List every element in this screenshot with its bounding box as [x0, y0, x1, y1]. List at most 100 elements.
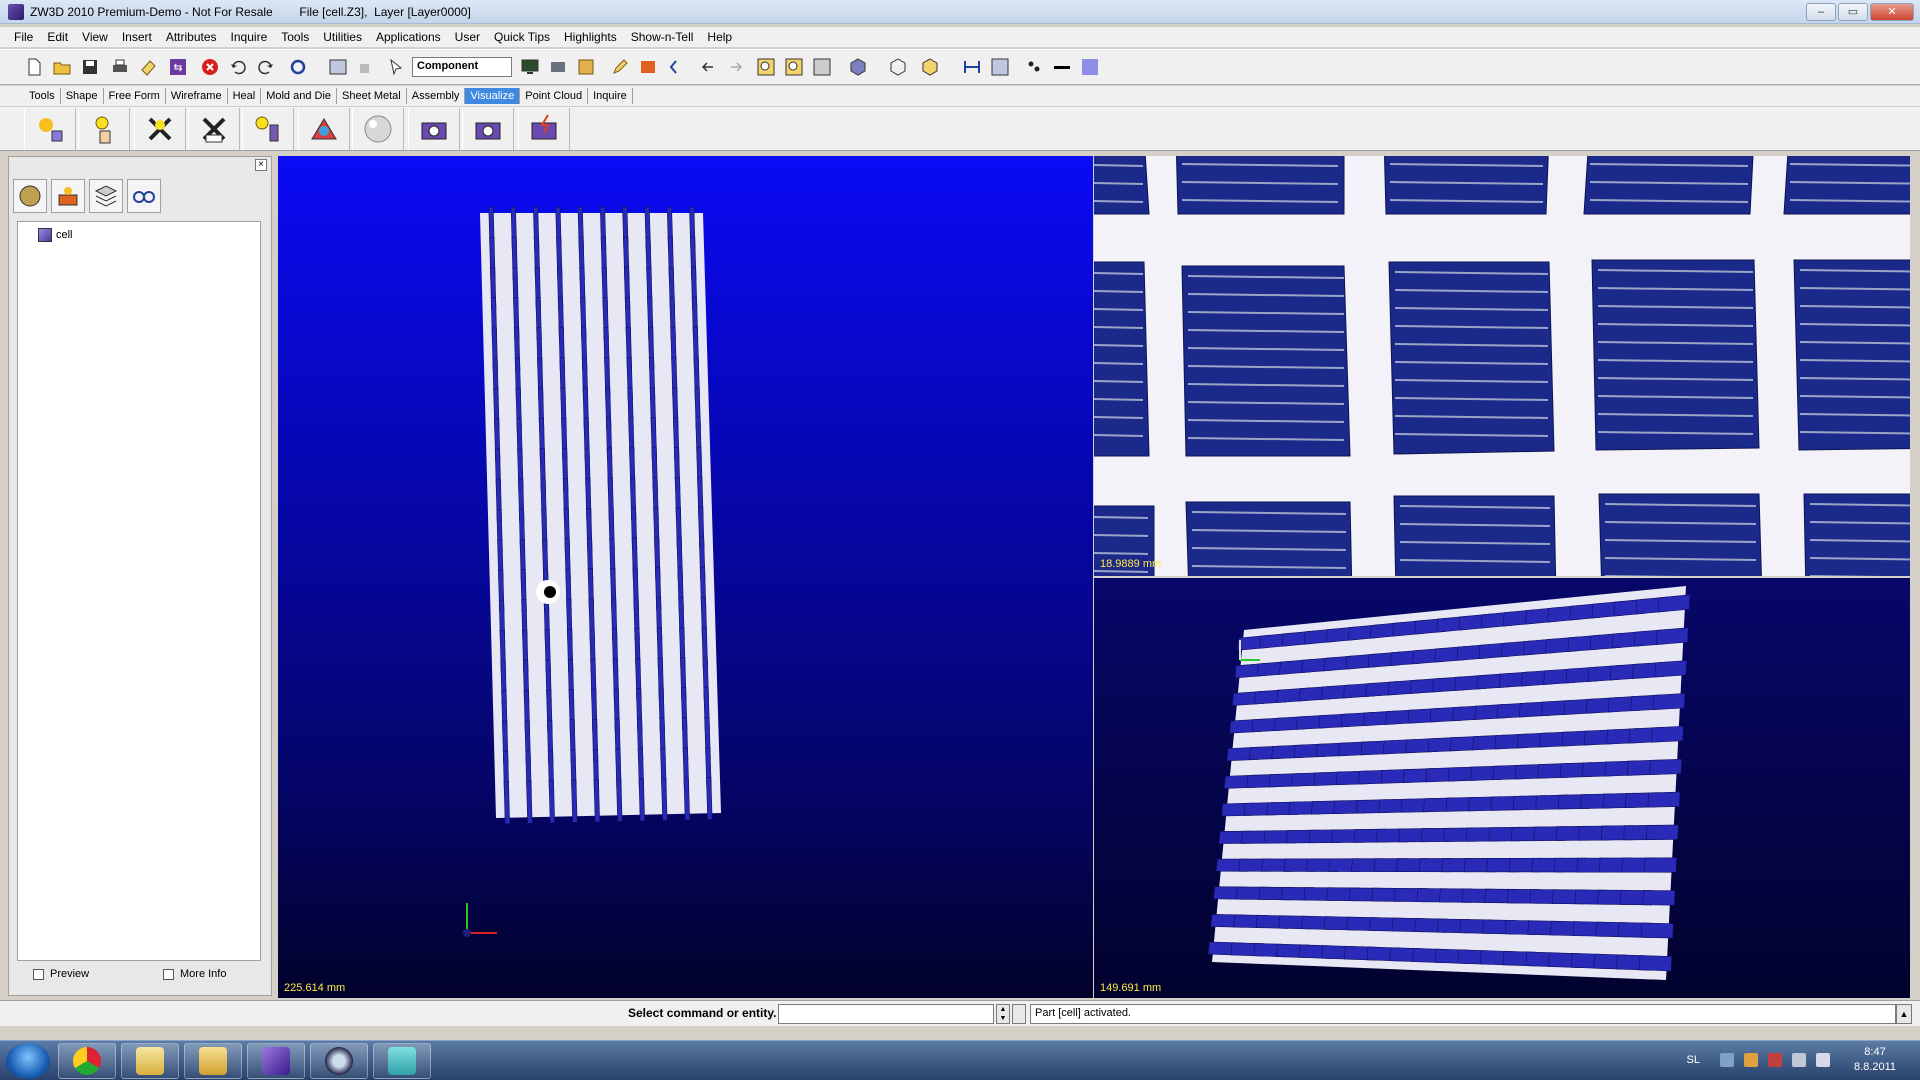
component-filter-field[interactable]: Component: [412, 57, 512, 77]
menu-quick-tips[interactable]: Quick Tips: [488, 30, 558, 44]
taskbar-folder-button[interactable]: [184, 1043, 242, 1079]
eraser-icon[interactable]: [136, 55, 160, 79]
monitor-icon[interactable]: [518, 55, 542, 79]
render-flash-icon[interactable]: [518, 108, 570, 150]
tab-sheet-metal[interactable]: Sheet Metal: [337, 88, 407, 104]
tab-shape[interactable]: Shape: [61, 88, 104, 104]
printer-setup-icon[interactable]: [546, 55, 570, 79]
zoomed-viewport[interactable]: 18.9889 mm: [1094, 156, 1910, 576]
history-manager-icon[interactable]: [13, 179, 47, 213]
taskbar-paint-button[interactable]: [373, 1043, 431, 1079]
cursor-icon[interactable]: [384, 55, 408, 79]
tab-assembly[interactable]: Assembly: [407, 88, 466, 104]
perspective-viewport[interactable]: 149.691 mm: [1094, 578, 1910, 998]
menu-inquire[interactable]: Inquire: [225, 30, 276, 44]
save-icon[interactable]: [78, 55, 102, 79]
tree-node-cell[interactable]: cell: [38, 228, 73, 242]
print-icon[interactable]: [108, 55, 132, 79]
render-camera-icon[interactable]: [408, 108, 460, 150]
cancel-icon[interactable]: [198, 55, 222, 79]
assembly-manager-icon[interactable]: [51, 179, 85, 213]
layer-manager-tab-icon[interactable]: [89, 179, 123, 213]
fit-vertical-icon[interactable]: [988, 55, 1012, 79]
line-weight-icon[interactable]: [1050, 55, 1074, 79]
taskbar-explorer-button[interactable]: [121, 1043, 179, 1079]
tray-expand-icon[interactable]: [1720, 1053, 1734, 1067]
command-list-button[interactable]: [1012, 1004, 1026, 1024]
delete-all-lights-icon[interactable]: [188, 108, 240, 150]
taskbar-app-button[interactable]: [310, 1043, 368, 1079]
light-settings-icon[interactable]: [24, 108, 76, 150]
clock[interactable]: 8:47 8.8.2011: [1854, 1045, 1896, 1075]
menu-view[interactable]: View: [76, 30, 116, 44]
pick-icon[interactable]: [354, 55, 378, 79]
render-settings-icon[interactable]: [462, 108, 514, 150]
menu-utilities[interactable]: Utilities: [317, 30, 370, 44]
regenerate-icon[interactable]: [286, 55, 310, 79]
menu-user[interactable]: User: [449, 30, 488, 44]
tray-volume-icon[interactable]: [1816, 1053, 1830, 1067]
exit-icon[interactable]: ⇆: [166, 55, 190, 79]
arrow-left-icon[interactable]: [696, 55, 720, 79]
datum-icon[interactable]: [664, 55, 688, 79]
tray-app-icon[interactable]: [1744, 1053, 1758, 1067]
delete-light-icon[interactable]: [134, 108, 186, 150]
open-folder-icon[interactable]: [50, 55, 74, 79]
taskbar-chrome-button[interactable]: [58, 1043, 116, 1079]
more-info-option[interactable]: More Info: [163, 968, 226, 980]
menu-highlights[interactable]: Highlights: [558, 30, 625, 44]
dots-icon[interactable]: [1022, 55, 1046, 79]
view-manager-icon[interactable]: [127, 179, 161, 213]
preview-checkbox[interactable]: [33, 968, 44, 980]
menu-applications[interactable]: Applications: [370, 30, 449, 44]
tab-wireframe[interactable]: Wireframe: [166, 88, 228, 104]
command-input[interactable]: [778, 1004, 994, 1024]
edit-pencil-icon[interactable]: [608, 55, 632, 79]
preview-option[interactable]: Preview: [33, 968, 89, 980]
close-button[interactable]: ✕: [1870, 3, 1914, 21]
attributes-icon[interactable]: [636, 55, 660, 79]
menu-show-n-tell[interactable]: Show-n-Tell: [625, 30, 702, 44]
panel-close-button[interactable]: ×: [255, 159, 267, 171]
light-switch-icon[interactable]: [242, 108, 294, 150]
tab-free-form[interactable]: Free Form: [104, 88, 166, 104]
tab-visualize[interactable]: Visualize: [465, 88, 521, 104]
tab-point-cloud[interactable]: Point Cloud: [520, 88, 589, 104]
arrow-right-icon[interactable]: [724, 55, 748, 79]
fit-horizontal-icon[interactable]: [960, 55, 984, 79]
zoom-previous-icon[interactable]: [810, 55, 834, 79]
command-spinner[interactable]: ▲ ▼: [996, 1004, 1010, 1024]
tab-inquire[interactable]: Inquire: [588, 88, 633, 104]
material-sphere-icon[interactable]: [352, 108, 404, 150]
zoom-all-icon[interactable]: [754, 55, 778, 79]
minimize-button[interactable]: –: [1806, 3, 1836, 21]
menu-insert[interactable]: Insert: [116, 30, 160, 44]
tab-heal[interactable]: Heal: [228, 88, 262, 104]
texture-map-icon[interactable]: [298, 108, 350, 150]
color-swatch-icon[interactable]: [1078, 55, 1102, 79]
tab-mold-and-die[interactable]: Mold and Die: [261, 88, 338, 104]
tray-network-icon[interactable]: [1768, 1053, 1782, 1067]
layer-manager-icon[interactable]: [574, 55, 598, 79]
menu-tools[interactable]: Tools: [275, 30, 317, 44]
menu-edit[interactable]: Edit: [41, 30, 76, 44]
wireframe-view-icon[interactable]: [886, 55, 910, 79]
menu-attributes[interactable]: Attributes: [160, 30, 225, 44]
taskbar-zw3d-button[interactable]: [247, 1043, 305, 1079]
filter-icon[interactable]: [326, 55, 350, 79]
tray-monitor-icon[interactable]: [1792, 1053, 1806, 1067]
start-button[interactable]: [6, 1043, 50, 1079]
new-file-icon[interactable]: [22, 55, 46, 79]
zoom-window-icon[interactable]: [782, 55, 806, 79]
maximize-button[interactable]: ▭: [1838, 3, 1868, 21]
menu-help[interactable]: Help: [701, 30, 740, 44]
more-info-checkbox[interactable]: [163, 968, 174, 980]
redo-icon[interactable]: [254, 55, 278, 79]
message-scroll-button[interactable]: ▲: [1896, 1004, 1912, 1024]
main-viewport[interactable]: 225.614 mm: [278, 156, 1093, 998]
menu-file[interactable]: File: [8, 30, 41, 44]
view-orientation-icon[interactable]: [918, 55, 942, 79]
shaded-view-icon[interactable]: [846, 55, 870, 79]
undo-icon[interactable]: [226, 55, 250, 79]
tab-tools[interactable]: Tools: [24, 88, 61, 104]
